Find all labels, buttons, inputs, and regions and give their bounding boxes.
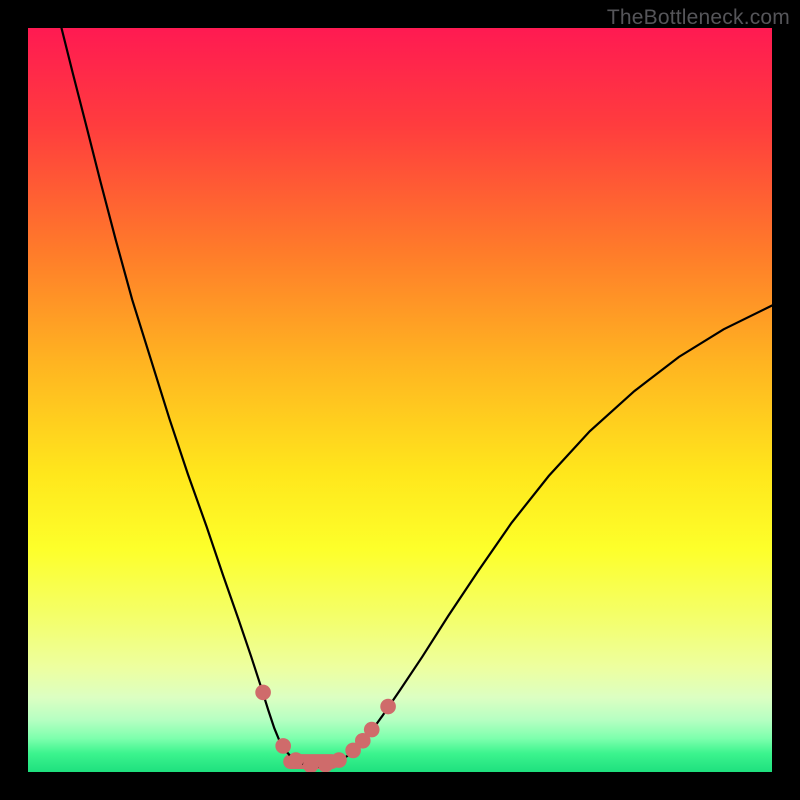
marker-dot bbox=[288, 752, 304, 768]
marker-dot bbox=[318, 757, 334, 772]
marker-dot bbox=[275, 738, 291, 754]
gradient-background bbox=[28, 28, 772, 772]
chart-frame: TheBottleneck.com bbox=[0, 0, 800, 800]
marker-dot bbox=[364, 722, 380, 738]
marker-dot bbox=[331, 752, 347, 768]
plot-area bbox=[28, 28, 772, 772]
marker-dot bbox=[380, 699, 396, 715]
watermark-label: TheBottleneck.com bbox=[607, 6, 790, 30]
chart-svg bbox=[28, 28, 772, 772]
marker-dot bbox=[255, 685, 271, 701]
